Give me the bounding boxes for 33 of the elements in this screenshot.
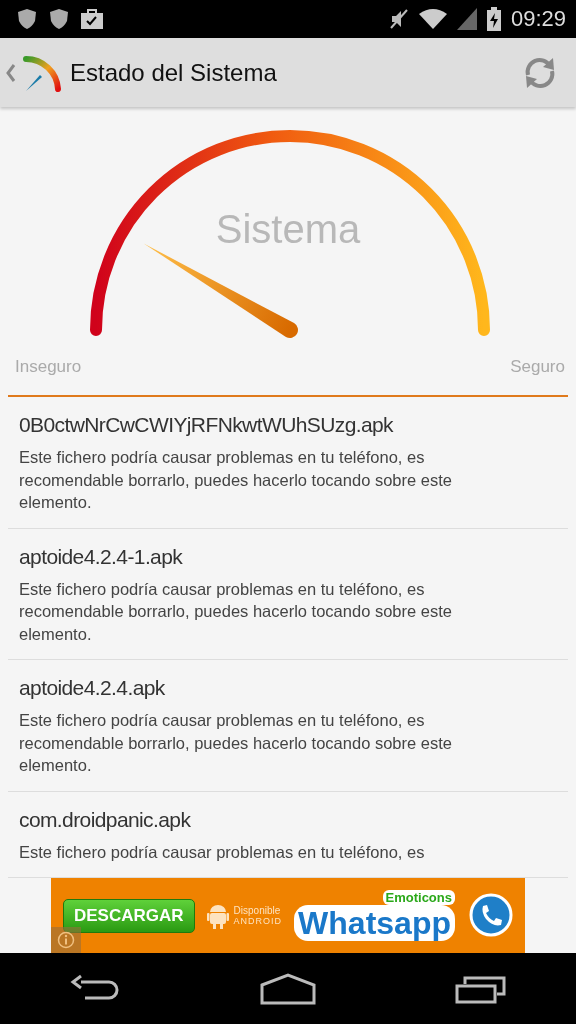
file-name: aptoide4.2.4.apk [19, 676, 166, 700]
robot-icon [206, 902, 229, 929]
file-name: com.droidpanic.apk [19, 807, 192, 832]
max-label: Seguro [510, 357, 565, 377]
gauge-title: Sistema [215, 207, 361, 251]
file-warning: Este fichero podría causar problemas en tu teléfono, es recomendable borrarlo, puedes hacerlo tocando sobre este elemento. [19, 578, 453, 645]
available-label: Disponible [233, 905, 282, 916]
platform-label: ANDROID [233, 916, 283, 926]
ad-banner[interactable]: DESCARGAR Disponible ANDROID Emoticons Whatsapp [51, 878, 525, 953]
battery-charging-icon [486, 7, 501, 31]
wifi-icon [418, 8, 447, 30]
shield-icon [16, 7, 38, 31]
file-warning: Este fichero podría causar problemas en tu teléfono, es recomendable borrarlo, puedes hacerlo tocando sobre este elemento. [19, 447, 453, 513]
briefcase-check-icon [80, 7, 104, 31]
file-warning: Este fichero podría causar problemas en tu teléfono, es recomendable borrarlo, puedes hacerlo tocando sobre este elemento. [19, 710, 453, 776]
phone-bubble-icon [467, 892, 513, 939]
file-item[interactable]: 0B0ctwNrCwCWIYjRFNkwtWUhSUzg.apk Este fichero podría causar problemas en tu teléfono, es recomendable borrarlo, puedes hacerlo tocando sobre este elemento. [8, 397, 568, 529]
file-warning: Este fichero podría causar problemas en tu teléfono, es [19, 841, 426, 863]
file-name: 0B0ctwNrCwCWIYjRFNkwtWUhSUzg.apk [19, 413, 395, 437]
home-icon[interactable] [260, 972, 316, 1005]
status-time: 09:29 [510, 6, 566, 32]
screen-title: Estado del Sistema [70, 58, 277, 87]
info-icon[interactable] [51, 927, 81, 953]
signal-icon [456, 8, 477, 30]
ad-brand: Whatsapp [294, 905, 455, 941]
file-name: aptoide4.2.4-1.apk [19, 544, 184, 569]
file-item[interactable]: aptoide4.2.4.apk Este fichero podría causar problemas en tu teléfono, es recomendable borrarlo, puedes hacerlo tocando sobre este elemento. [8, 660, 568, 792]
min-label: Inseguro [15, 357, 82, 377]
back-caret-icon [6, 62, 16, 83]
shield-icon [48, 7, 70, 31]
ad-tagline: Emoticons [382, 890, 455, 905]
mute-icon [388, 8, 409, 30]
file-item[interactable]: aptoide4.2.4-1.apk Este fichero podría causar problemas en tu teléfono, es recomendable borrarlo, puedes hacerlo tocando sobre este elemento. [8, 528, 568, 660]
